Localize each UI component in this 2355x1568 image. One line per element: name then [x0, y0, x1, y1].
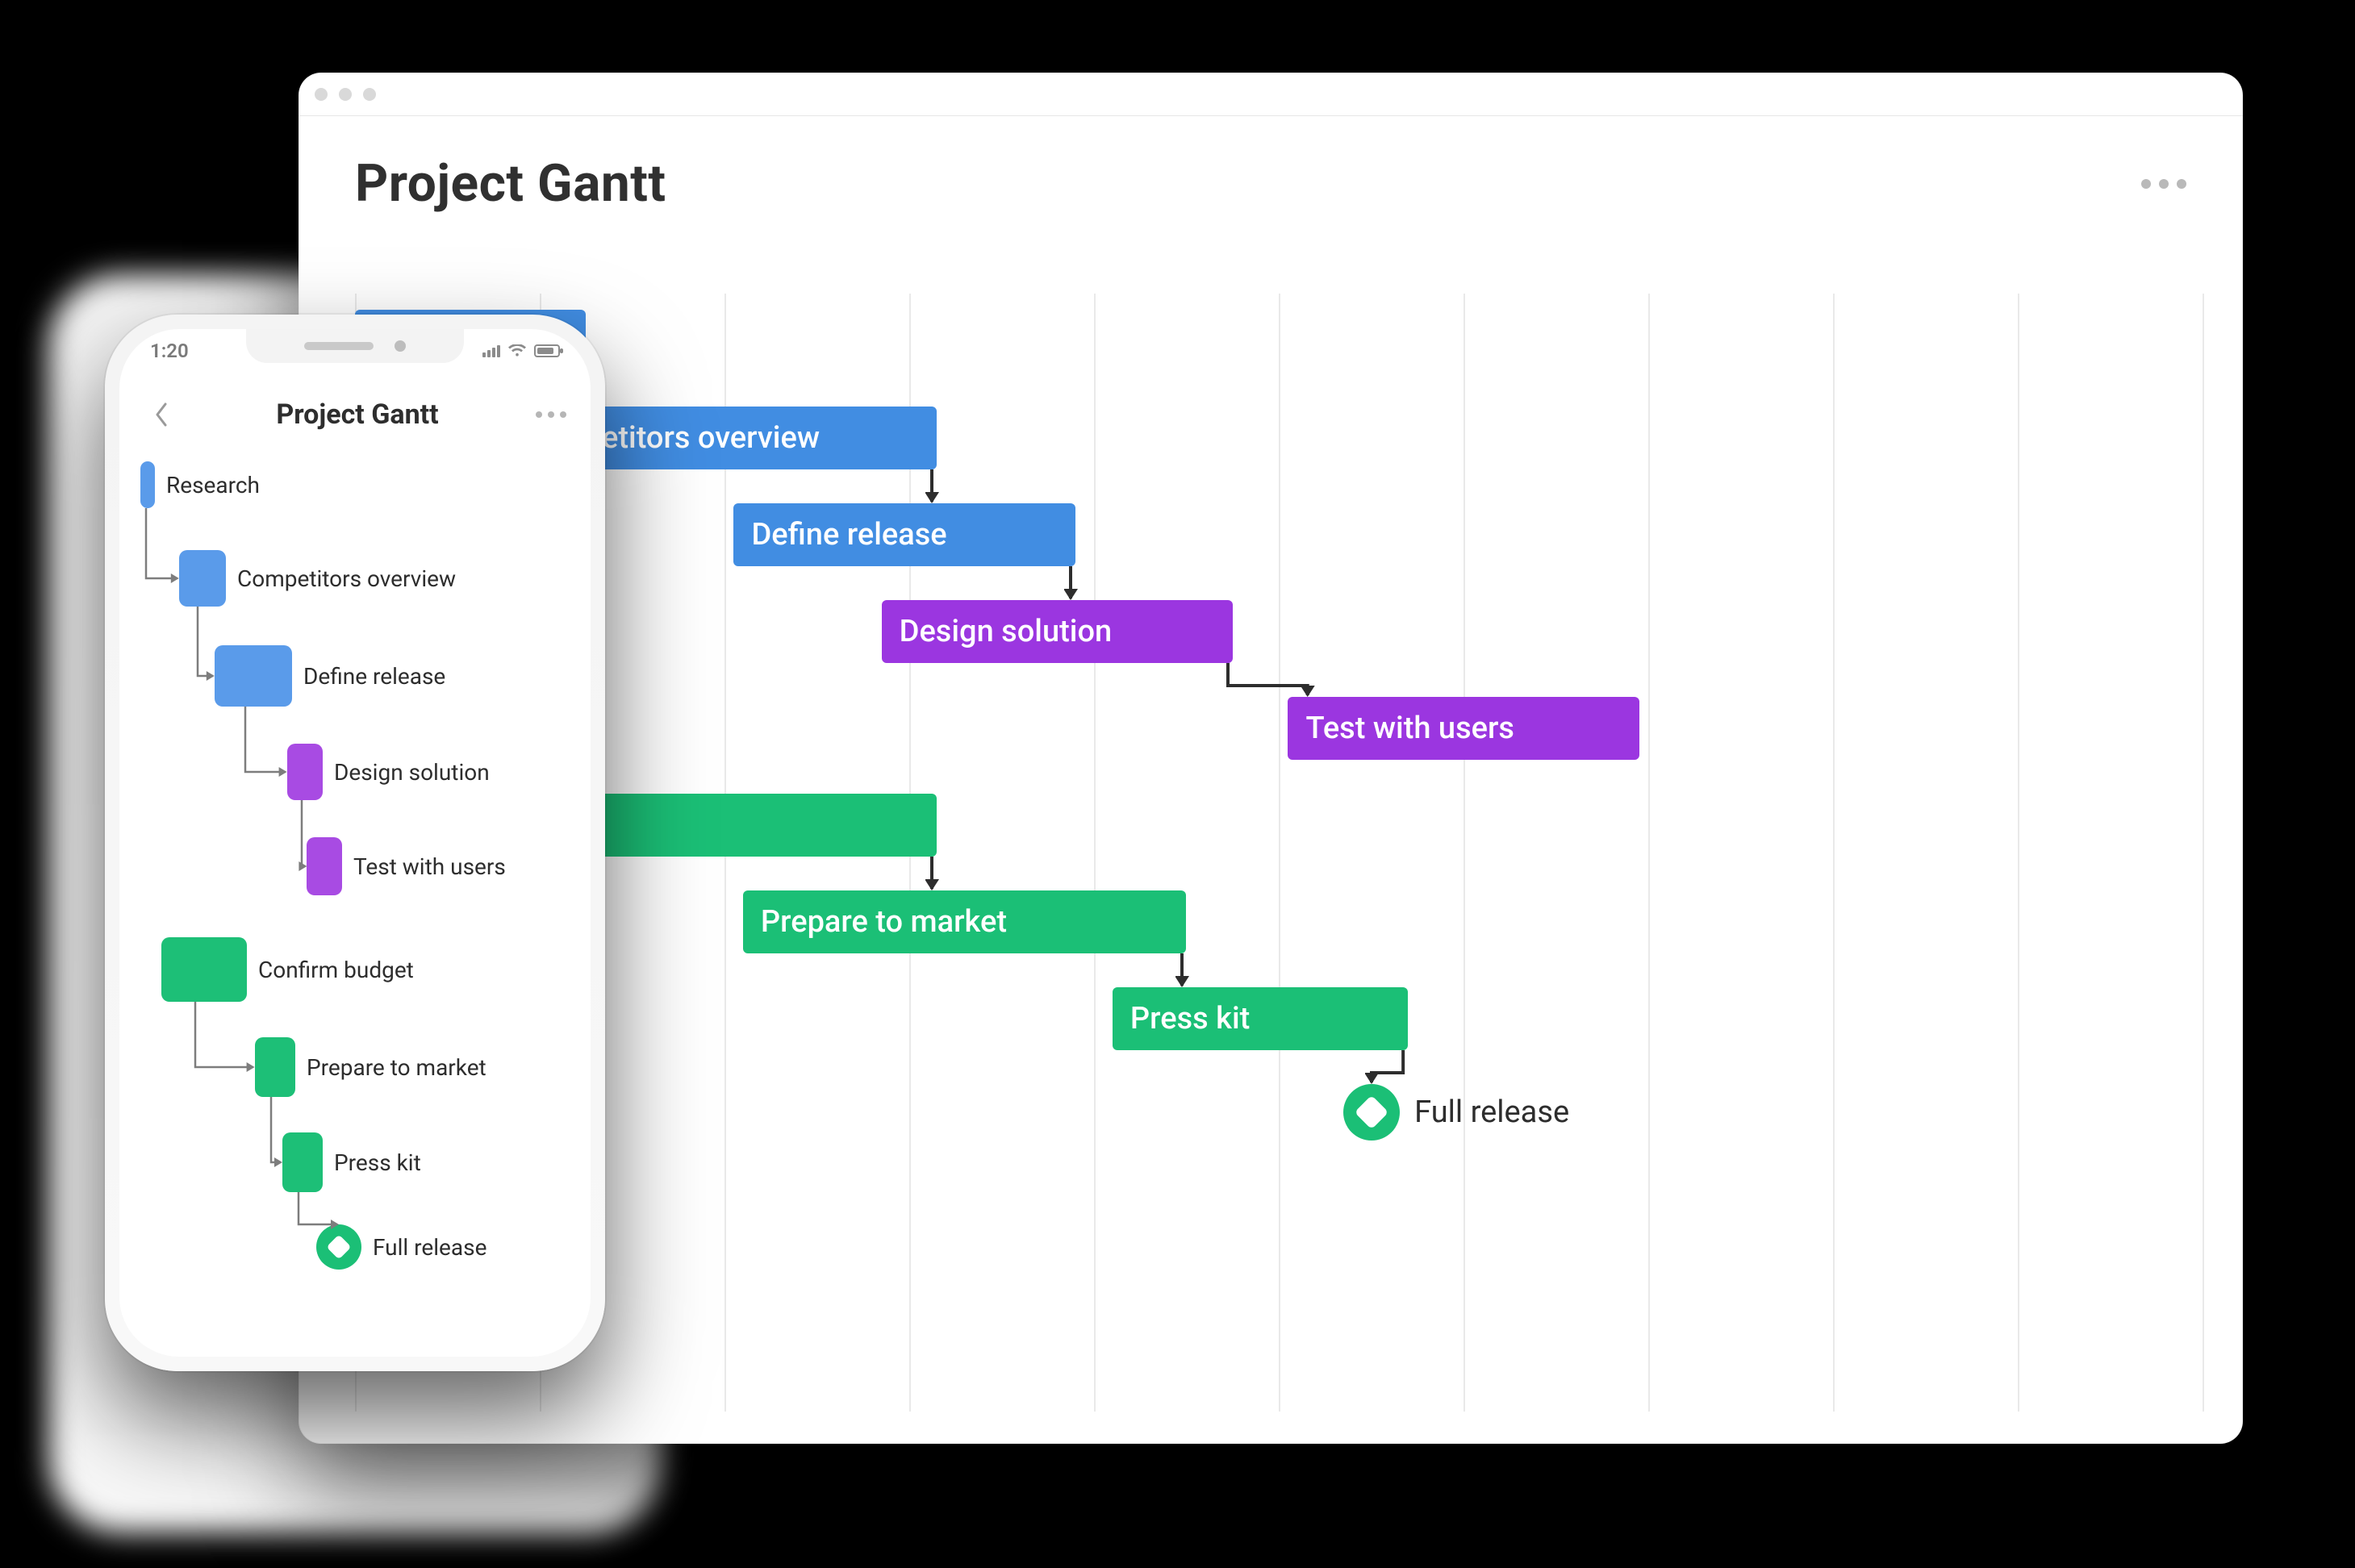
gantt-bar-label: Define release: [303, 663, 445, 690]
gantt-bar-presskit[interactable]: [282, 1132, 323, 1192]
back-button[interactable]: [144, 397, 179, 432]
status-time: 1:20: [150, 340, 189, 362]
mobile-page-title: Project Gantt: [276, 398, 438, 431]
gantt-bar-label: Prepare to market: [307, 1054, 486, 1081]
chevron-left-icon: [154, 402, 169, 427]
window-titlebar: [299, 73, 2243, 116]
gantt-bar-testusers[interactable]: [307, 837, 342, 895]
grid-line: [2018, 294, 2019, 1412]
gantt-bar-presskit[interactable]: Press kit: [1113, 987, 1408, 1050]
gantt-bar-testusers[interactable]: Test with users: [1288, 697, 1639, 760]
mobile-gantt-chart[interactable]: Research Competitors overview Define relea…: [140, 461, 570, 1332]
gantt-bar-market[interactable]: Prepare to market: [743, 890, 1187, 953]
gantt-milestone-fullrelease[interactable]: Full release: [1343, 1084, 1569, 1141]
dot-icon: [560, 411, 566, 418]
more-options-button[interactable]: [2141, 179, 2186, 189]
dot-icon: [536, 411, 542, 418]
gantt-bar-label: Press kit: [334, 1149, 421, 1176]
camera-icon: [395, 340, 406, 352]
dot-icon: [2141, 179, 2151, 189]
wifi-icon: [508, 344, 526, 357]
traffic-dot-icon: [363, 88, 376, 101]
dot-icon: [2159, 179, 2169, 189]
milestone-diamond-icon: [1343, 1084, 1400, 1141]
gantt-chart[interactable]: ResearchCompetitors overviewDefine relea…: [355, 294, 2203, 1412]
traffic-dot-icon: [315, 88, 328, 101]
gantt-bar-design[interactable]: Design solution: [882, 600, 1233, 663]
phone-notch: [246, 329, 464, 363]
grid-line: [1279, 294, 1280, 1412]
mobile-more-options-button[interactable]: [536, 411, 566, 418]
signal-icon: [482, 345, 500, 357]
gantt-bar-label: Test with users: [353, 853, 506, 880]
gantt-bar-label: Research: [166, 472, 260, 498]
gantt-bar-design[interactable]: [287, 744, 323, 800]
milestone-diamond-icon: [316, 1224, 361, 1270]
traffic-lights: [315, 88, 376, 101]
gantt-bar-label: Design solution: [334, 759, 490, 786]
grid-line: [1833, 294, 1835, 1412]
grid-line: [1094, 294, 1096, 1412]
gantt-bar-label: Confirm budget: [258, 957, 414, 983]
gantt-milestone-fullrelease[interactable]: Full release: [316, 1224, 486, 1270]
grid-line: [2203, 294, 2204, 1412]
page-title: Project Gantt: [355, 153, 666, 214]
mobile-phone-frame: 1:20 Project Gantt Researc: [105, 315, 605, 1371]
milestone-label: Full release: [1414, 1095, 1569, 1130]
battery-icon: [534, 344, 560, 357]
gantt-bar-research[interactable]: [140, 461, 155, 508]
dot-icon: [2177, 179, 2186, 189]
mobile-header: Project Gantt: [119, 382, 591, 447]
gantt-bar-definerelease[interactable]: Define release: [733, 503, 1075, 566]
milestone-label: Full release: [373, 1234, 486, 1261]
mobile-screen: 1:20 Project Gantt Researc: [119, 329, 591, 1357]
gantt-bar-market[interactable]: [255, 1037, 295, 1097]
traffic-dot-icon: [339, 88, 352, 101]
dot-icon: [548, 411, 554, 418]
gantt-bar-definerelease[interactable]: [215, 645, 292, 707]
speaker-icon: [304, 342, 374, 350]
gantt-bar-competitors[interactable]: [179, 550, 226, 607]
gantt-bar-label: Competitors overview: [237, 565, 456, 592]
grid-line: [1464, 294, 1465, 1412]
grid-line: [1648, 294, 1650, 1412]
gantt-bar-budget[interactable]: [161, 937, 247, 1002]
